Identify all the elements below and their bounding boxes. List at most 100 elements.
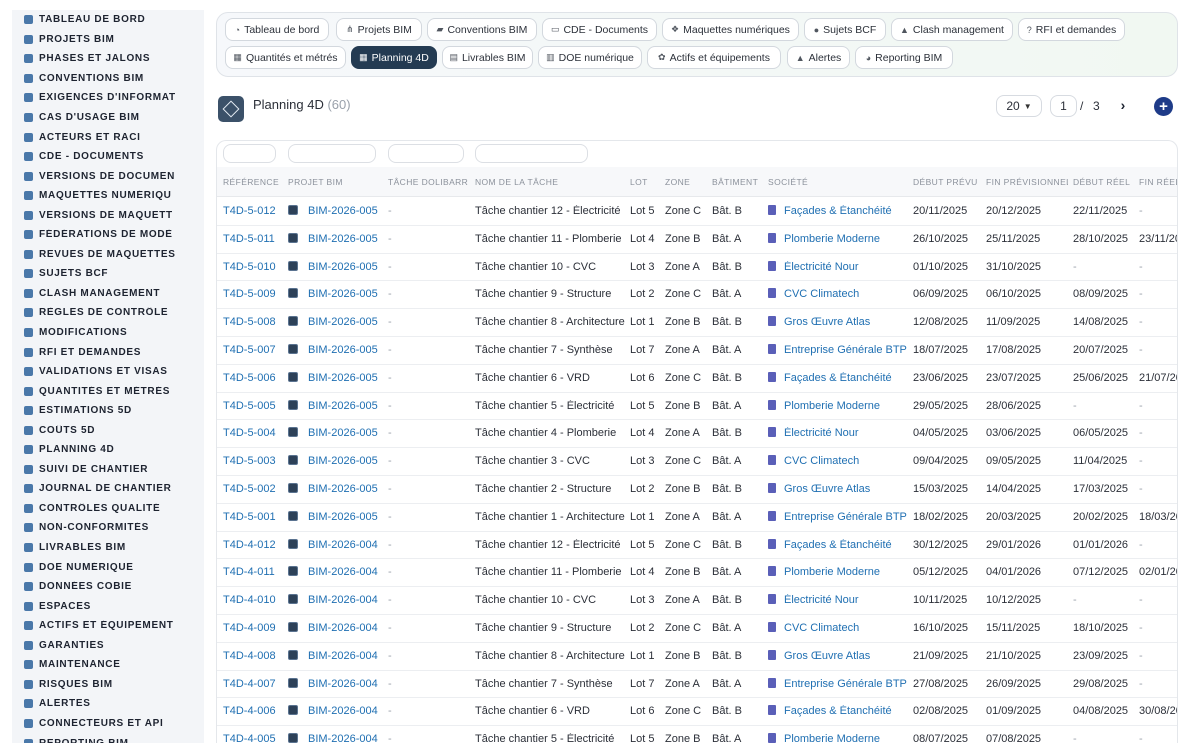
table-row[interactable]: T4D-5-010 BIM-2026-005- Tâche chantier 10 …	[217, 254, 1177, 282]
cell-societe[interactable]: Entreprise Générale BTP	[768, 677, 908, 690]
cell-societe[interactable]: Plomberie Moderne	[768, 733, 908, 743]
sidebar-item[interactable]: QUANTITÉS ET MÉTRÉS	[12, 381, 204, 401]
table-row[interactable]: T4D-5-004 BIM-2026-005- Tâche chantier 4 -…	[217, 420, 1177, 449]
column-header-debut-prevu[interactable]: Début prévu	[913, 177, 983, 187]
filter-reference-input[interactable]	[223, 144, 276, 163]
cell-reference[interactable]: T4D-4-010	[223, 594, 283, 606]
table-row[interactable]: T4D-4-008 BIM-2026-004- Tâche chantier 8 -…	[217, 643, 1177, 671]
column-header-tache-dolibarr[interactable]: Tâche Dolibarr	[388, 177, 470, 187]
cell-societe[interactable]: CVC Climatech	[768, 621, 908, 634]
cell-reference[interactable]: T4D-5-005	[223, 400, 283, 412]
sidebar-item[interactable]: CLASH MANAGEMENT	[12, 284, 204, 304]
cell-societe[interactable]: CVC Climatech	[768, 288, 908, 300]
table-row[interactable]: T4D-4-005 BIM-2026-004- Tâche chantier 5 -…	[217, 726, 1177, 743]
tab-clash-management[interactable]: ▲ Clash management	[891, 18, 1013, 41]
table-row[interactable]: T4D-5-006 BIM-2026-005- Tâche chantier 6 -…	[217, 365, 1177, 393]
cell-projet-bim[interactable]: BIM-2026-005	[288, 371, 383, 384]
sidebar-item[interactable]: FÉDÉRATIONS DE MODÈ	[12, 225, 204, 245]
cell-projet-bim[interactable]: BIM-2026-004	[288, 705, 383, 717]
cell-projet-bim[interactable]: BIM-2026-004	[288, 594, 383, 606]
sidebar-item[interactable]: VALIDATIONS ET VISAS	[12, 362, 204, 382]
cell-reference[interactable]: T4D-5-007	[223, 344, 283, 356]
sidebar-item[interactable]: VERSIONS DE MAQUETT	[12, 205, 204, 225]
cell-societe[interactable]: Entreprise Générale BTP	[768, 343, 908, 356]
cell-reference[interactable]: T4D-5-003	[223, 455, 283, 467]
column-header-societe[interactable]: Société	[768, 177, 908, 187]
cell-projet-bim[interactable]: BIM-2026-005	[288, 260, 383, 273]
sidebar-item[interactable]: ALERTES	[12, 694, 204, 714]
cell-projet-bim[interactable]: BIM-2026-005	[288, 288, 383, 300]
cell-projet-bim[interactable]: BIM-2026-004	[288, 538, 383, 551]
cell-societe[interactable]: Façades & Étanchéité	[768, 538, 908, 551]
sidebar-item[interactable]: MAINTENANCE	[12, 655, 204, 675]
table-row[interactable]: T4D-5-009 BIM-2026-005- Tâche chantier 9 -…	[217, 281, 1177, 310]
table-row[interactable]: T4D-4-011 BIM-2026-004- Tâche chantier 11 …	[217, 559, 1177, 588]
cell-societe[interactable]: Façades & Étanchéité	[768, 705, 908, 717]
table-row[interactable]: T4D-4-007 BIM-2026-004- Tâche chantier 7 -…	[217, 671, 1177, 699]
column-header-debut-reel[interactable]: Début réel	[1073, 177, 1135, 187]
cell-projet-bim[interactable]: BIM-2026-005	[288, 455, 383, 467]
filter-projet-input[interactable]	[288, 144, 376, 163]
sidebar-item[interactable]: VERSIONS DE DOCUMEN	[12, 166, 204, 186]
column-header-reference[interactable]: Référence	[223, 177, 283, 187]
cell-societe[interactable]: Plomberie Moderne	[768, 232, 908, 245]
column-header-projet-bim[interactable]: Projet BIM	[288, 177, 383, 187]
column-header-batiment[interactable]: Bâtiment	[712, 177, 764, 187]
sidebar-item[interactable]: COÛTS 5D	[12, 420, 204, 440]
tab-livrables-bim[interactable]: ▤ Livrables BIM	[442, 46, 533, 69]
sidebar-item[interactable]: ESTIMATIONS 5D	[12, 401, 204, 421]
cell-reference[interactable]: T4D-5-010	[223, 261, 283, 273]
cell-societe[interactable]: Façades & Étanchéité	[768, 205, 908, 217]
sidebar-item[interactable]: CDE - DOCUMENTS	[12, 147, 204, 167]
cell-projet-bim[interactable]: BIM-2026-005	[288, 232, 383, 245]
column-header-nom-tache[interactable]: Nom de la tâche	[475, 177, 625, 187]
cell-reference[interactable]: T4D-4-008	[223, 650, 283, 662]
sidebar-item[interactable]: CONNECTEURS ET API	[12, 714, 204, 734]
cell-reference[interactable]: T4D-4-006	[223, 705, 283, 717]
cell-reference[interactable]: T4D-5-011	[223, 233, 283, 245]
tab-actifs-et-equipements[interactable]: ✿ Actifs et équipements	[647, 46, 781, 69]
cell-societe[interactable]: Façades & Étanchéité	[768, 371, 908, 384]
sidebar-item[interactable]: REVUES DE MAQUETTES	[12, 245, 204, 265]
sidebar-item[interactable]: CONVENTIONS BIM	[12, 69, 204, 89]
cell-projet-bim[interactable]: BIM-2026-005	[288, 399, 383, 412]
sidebar-item[interactable]: DOE NUMÉRIQUE	[12, 557, 204, 577]
cell-projet-bim[interactable]: BIM-2026-004	[288, 677, 383, 690]
page-size-select[interactable]: 20 ▼	[996, 95, 1042, 117]
cell-projet-bim[interactable]: BIM-2026-005	[288, 482, 383, 495]
cell-societe[interactable]: Électricité Nour	[768, 594, 908, 606]
sidebar-item[interactable]: CONTRÔLES QUALITÉ	[12, 499, 204, 519]
table-row[interactable]: T4D-5-008 BIM-2026-005- Tâche chantier 8 -…	[217, 309, 1177, 337]
table-row[interactable]: T4D-5-007 BIM-2026-005- Tâche chantier 7 -…	[217, 337, 1177, 365]
sidebar-item[interactable]: PLANNING 4D	[12, 440, 204, 460]
table-row[interactable]: T4D-4-010 BIM-2026-004- Tâche chantier 10 …	[217, 587, 1177, 615]
tab-conventions-bim[interactable]: ▰ Conventions BIM	[427, 18, 537, 41]
cell-reference[interactable]: T4D-5-009	[223, 288, 283, 300]
sidebar-item[interactable]: EXIGENCES D'INFORMAT	[12, 88, 204, 108]
cell-reference[interactable]: T4D-5-002	[223, 483, 283, 495]
filter-tache-dolibarr-input[interactable]	[388, 144, 464, 163]
tab-quantites-et-metres[interactable]: ▦ Quantités et métrés	[225, 46, 346, 69]
table-row[interactable]: T4D-5-005 BIM-2026-005- Tâche chantier 5 -…	[217, 393, 1177, 421]
sidebar-item[interactable]: RISQUES BIM	[12, 675, 204, 695]
column-header-fin-previsionnelle[interactable]: Fin prévisionnelle	[986, 177, 1068, 187]
cell-projet-bim[interactable]: BIM-2026-004	[288, 621, 383, 634]
tab-alertes[interactable]: ▲ Alertes	[787, 46, 850, 69]
table-row[interactable]: T4D-5-002 BIM-2026-005- Tâche chantier 2 -…	[217, 476, 1177, 504]
cell-societe[interactable]: Gros Œuvre Atlas	[768, 482, 908, 495]
sidebar-item[interactable]: GARANTIES	[12, 636, 204, 656]
cell-projet-bim[interactable]: BIM-2026-004	[288, 649, 383, 662]
tab-tableau-de-bord[interactable]: ◔ Tableau de bord	[225, 18, 329, 41]
cell-reference[interactable]: T4D-4-011	[223, 566, 283, 578]
sidebar-item[interactable]: JOURNAL DE CHANTIER	[12, 479, 204, 499]
sidebar-item[interactable]: MAQUETTES NUMÉRIQU	[12, 186, 204, 206]
next-page-button[interactable]: ›	[1115, 96, 1131, 114]
cell-societe[interactable]: Gros Œuvre Atlas	[768, 649, 908, 662]
sidebar-item[interactable]: RÈGLES DE CONTRÔLE	[12, 303, 204, 323]
sidebar-item[interactable]: ESPACES	[12, 596, 204, 616]
tab-planning-4d[interactable]: ▦ Planning 4D	[351, 46, 437, 69]
cell-projet-bim[interactable]: BIM-2026-005	[288, 205, 383, 217]
sidebar-item[interactable]: PHASES ET JALONS	[12, 49, 204, 69]
cell-societe[interactable]: CVC Climatech	[768, 455, 908, 467]
cell-reference[interactable]: T4D-5-008	[223, 316, 283, 328]
